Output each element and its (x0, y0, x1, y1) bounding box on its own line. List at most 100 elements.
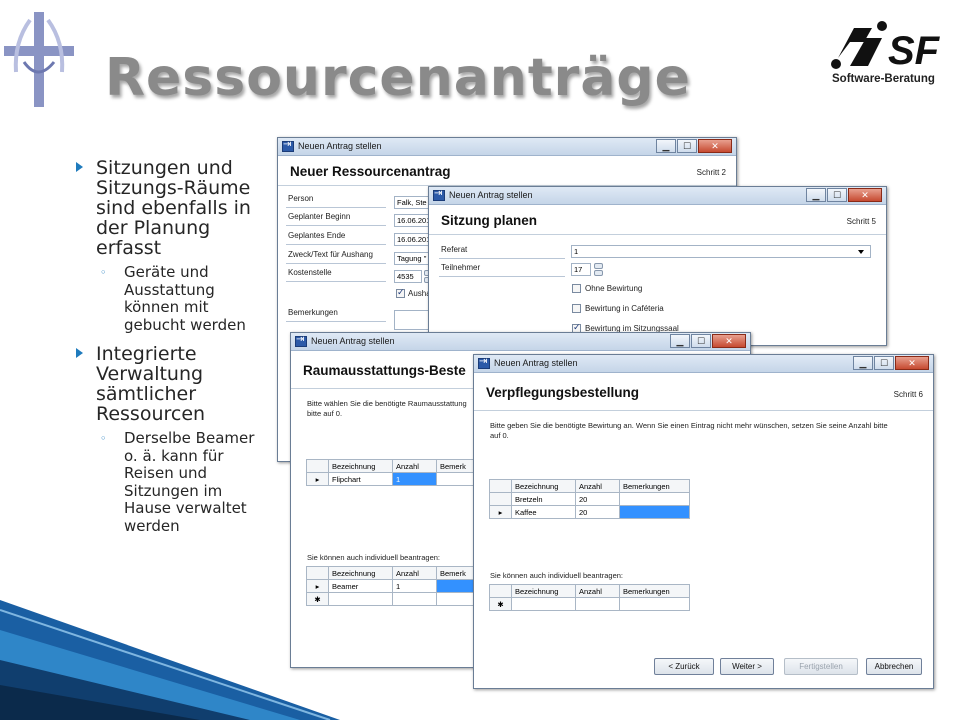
table-row[interactable]: Bretzeln 20 (489, 492, 690, 506)
window-title: Neuen Antrag stellen (494, 358, 578, 368)
window-sitzung-planen: Neuen Antrag stellen ▁ ☐ ✕ Sitzung plane… (428, 186, 887, 346)
step-heading: Neuer Ressourcenantrag (290, 164, 451, 179)
table-row[interactable]: ▸ Flipchart 1 (306, 472, 477, 486)
row-selector-icon[interactable]: ▸ (489, 505, 512, 519)
cell-count[interactable] (575, 597, 620, 611)
step-header: Neuer Ressourcenantrag Schritt 2 (278, 156, 736, 186)
row-selector-icon[interactable]: ▸ (306, 579, 329, 593)
app-icon (295, 334, 307, 347)
intro-text: auf 0. (490, 431, 509, 440)
next-button[interactable]: Weiter > (720, 658, 774, 675)
step-heading: Raumausstattungs-Beste (303, 363, 466, 378)
option-label: Bewirtung in Caféteria (585, 304, 664, 313)
app-icon (282, 139, 294, 152)
cell-name[interactable]: Beamer (328, 579, 393, 593)
maximize-button[interactable]: ☐ (874, 356, 894, 370)
bewirtung-cafeteria-checkbox[interactable] (572, 304, 581, 313)
step-heading: Sitzung planen (441, 213, 537, 228)
table-header-row: Bezeichnung Anzahl Bemerkungen (489, 479, 690, 493)
cell-count[interactable]: 20 (575, 492, 620, 506)
maximize-button[interactable]: ☐ (827, 188, 847, 202)
titlebar: Neuen Antrag stellen ▁ ☐ ✕ (278, 138, 736, 156)
new-row-icon[interactable]: ✱ (306, 592, 329, 606)
cancel-button[interactable]: Abbrechen (866, 658, 922, 675)
cell-remarks[interactable] (436, 592, 477, 606)
maximize-button[interactable]: ☐ (677, 139, 697, 153)
step-indicator: Schritt 5 (846, 217, 876, 226)
minimize-button[interactable]: ▁ (670, 334, 690, 348)
minimize-button[interactable]: ▁ (853, 356, 873, 370)
sub-bullet-item: ◦ Derselbe Beamer o. ä. kann für Reisen … (72, 429, 262, 535)
chevron-down-icon (858, 250, 864, 254)
table-header-row: Bezeichnung Anzahl Bemerk (306, 566, 477, 580)
bullet-list: Sitzungen und Sitzungs-Räume sind ebenfa… (72, 158, 262, 545)
cell-name[interactable] (511, 597, 576, 611)
new-row[interactable]: ✱ (489, 597, 690, 611)
bullet-arrow-icon (76, 348, 83, 358)
field-label: Person (288, 194, 314, 203)
table-row[interactable]: ▸ Beamer 1 (306, 579, 477, 593)
minimize-button[interactable]: ▁ (656, 139, 676, 153)
ring-bullet-icon: ◦ (100, 266, 107, 279)
back-button[interactable]: < Zurück (654, 658, 714, 675)
cell-name[interactable]: Flipchart (328, 472, 393, 486)
close-button[interactable]: ✕ (848, 188, 882, 202)
field-label: Kostenstelle (288, 268, 332, 277)
step-indicator: Schritt 6 (893, 390, 923, 399)
individual-table: Bezeichnung Anzahl Bemerkungen ✱ (489, 584, 690, 611)
step-indicator: Schritt 2 (696, 168, 726, 177)
row-selector-icon[interactable]: ▸ (306, 472, 329, 486)
ring-bullet-icon: ◦ (100, 432, 107, 445)
cell-name[interactable]: Kaffee (511, 505, 576, 519)
cost-center-field[interactable]: 4535 (394, 270, 422, 283)
step-header: Verpflegungsbestellung Schritt 6 (474, 373, 933, 411)
minimize-button[interactable]: ▁ (806, 188, 826, 202)
table-row[interactable]: ▸ Kaffee 20 (489, 505, 690, 519)
window-controls: ▁ ☐ ✕ (806, 188, 882, 202)
column-header: Bemerkungen (619, 479, 690, 493)
finish-button[interactable]: Fertigstellen (784, 658, 858, 675)
window-verpflegung: Neuen Antrag stellen ▁ ☐ ✕ Verpflegungsb… (473, 354, 934, 689)
sub-bullet-text: Geräte und Ausstattung können mit gebuch… (124, 263, 246, 334)
cell-remarks[interactable] (619, 597, 690, 611)
table-header-row: Bezeichnung Anzahl Bemerk (306, 459, 477, 473)
cell-remarks[interactable] (436, 579, 477, 593)
column-header: Anzahl (575, 479, 620, 493)
close-button[interactable]: ✕ (895, 356, 929, 370)
svg-text:SF: SF (888, 29, 941, 73)
aushang-checkbox[interactable] (396, 287, 405, 298)
new-row[interactable]: ✱ (306, 592, 477, 606)
intro-text: bitte auf 0. (307, 409, 343, 418)
close-button[interactable]: ✕ (712, 334, 746, 348)
slide-title: Ressourcenanträge (105, 48, 691, 108)
step-heading: Verpflegungsbestellung (486, 385, 640, 400)
referat-dropdown[interactable]: 1 (571, 245, 871, 258)
teilnehmer-field[interactable]: 17 (571, 263, 591, 276)
new-row-icon[interactable]: ✱ (489, 597, 512, 611)
column-header: Anzahl (392, 566, 437, 580)
window-title: Neuen Antrag stellen (311, 336, 395, 346)
field-label: Zweck/Text für Aushang (288, 250, 373, 259)
column-header: Anzahl (575, 584, 620, 598)
cell-remarks[interactable] (619, 505, 690, 519)
column-header: Bezeichnung (511, 479, 576, 493)
cell-count[interactable]: 1 (392, 472, 437, 486)
row-header-cell[interactable] (489, 492, 512, 506)
cell-name[interactable]: Bretzeln (511, 492, 576, 506)
cell-count[interactable]: 1 (392, 579, 437, 593)
maximize-button[interactable]: ☐ (691, 334, 711, 348)
teilnehmer-spinner[interactable] (594, 263, 603, 276)
close-button[interactable]: ✕ (698, 139, 732, 153)
cell-count[interactable]: 20 (575, 505, 620, 519)
ohne-bewirtung-checkbox[interactable] (572, 284, 581, 293)
individual-table: Bezeichnung Anzahl Bemerk ▸ Beamer 1 ✱ (306, 566, 477, 606)
sub-bullet-text: Derselbe Beamer o. ä. kann für Reisen un… (124, 429, 255, 535)
bullet-arrow-icon (76, 162, 83, 172)
cell-count[interactable] (392, 592, 437, 606)
cell-remarks[interactable] (436, 472, 477, 486)
cell-name[interactable] (328, 592, 393, 606)
cell-remarks[interactable] (619, 492, 690, 506)
window-controls: ▁ ☐ ✕ (656, 139, 732, 153)
titlebar: Neuen Antrag stellen ▁ ☐ ✕ (429, 187, 886, 205)
window-controls: ▁ ☐ ✕ (670, 334, 746, 348)
